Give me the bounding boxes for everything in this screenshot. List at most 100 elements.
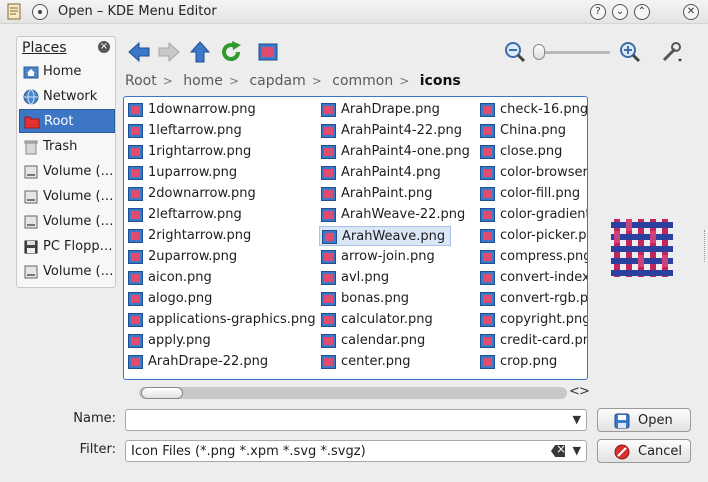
file-item[interactable]: applications-graphics.png [126, 310, 316, 330]
breadcrumb-capdam[interactable]: capdam [249, 73, 305, 89]
horizontal-scrollbar[interactable]: < > [123, 384, 590, 400]
name-combobox[interactable]: ▼ [125, 409, 587, 431]
place-volume-1[interactable]: Volume (… [19, 160, 115, 184]
file-item[interactable]: ArahPaint4-22.png [319, 121, 474, 141]
file-item[interactable]: China.png [478, 121, 587, 141]
file-item[interactable]: ArahPaint4-one.png [319, 142, 474, 162]
file-preview-image [609, 215, 675, 281]
file-item[interactable]: avl.png [319, 268, 474, 288]
breadcrumb-separator[interactable]: > [312, 74, 322, 88]
place-home[interactable]: Home [19, 60, 115, 84]
minimize-button[interactable]: ⌄ [612, 4, 628, 20]
close-button[interactable]: ✕ [683, 4, 699, 20]
forward-arrow-icon[interactable] [157, 40, 181, 64]
help-button[interactable]: ? [590, 4, 606, 20]
file-item[interactable]: color-gradient [478, 205, 588, 225]
file-item[interactable]: color-browser. [478, 163, 587, 183]
file-item[interactable]: 1downarrow.png [126, 100, 316, 120]
zoom-slider[interactable] [534, 51, 610, 54]
file-item[interactable]: 1leftarrow.png [126, 121, 316, 141]
file-item[interactable]: 2leftarrow.png [126, 205, 316, 225]
place-label: Network [43, 89, 98, 104]
file-item[interactable]: color-picker.pr [478, 226, 587, 246]
file-item[interactable]: ArahPaint.png [319, 184, 474, 204]
breadcrumb-common[interactable]: common [332, 73, 393, 89]
file-item[interactable]: ArahDrape-22.png [126, 352, 316, 372]
file-name: color-gradient [500, 207, 588, 222]
places-close-icon[interactable]: × [98, 41, 110, 53]
file-item[interactable]: apply.png [126, 331, 316, 351]
on-all-desktops-icon[interactable] [32, 4, 48, 20]
chevron-down-icon[interactable]: ▼ [573, 444, 581, 457]
place-volume-4[interactable]: Volume (… [19, 260, 115, 284]
place-root[interactable]: Root [19, 109, 115, 133]
file-item[interactable]: alogo.png [126, 289, 316, 309]
window-title: Open – KDE Menu Editor [58, 4, 217, 19]
maximize-button[interactable]: ⌃ [634, 4, 650, 20]
scrollbar-thumb[interactable] [141, 387, 183, 399]
file-item[interactable]: 2uparrow.png [126, 247, 316, 267]
scroll-right-icon[interactable]: > [579, 384, 590, 399]
place-volume-2[interactable]: Volume (… [19, 185, 115, 209]
cancel-button[interactable]: Cancel [597, 439, 691, 463]
file-item[interactable]: calculator.png [319, 310, 474, 330]
file-item[interactable]: center.png [319, 352, 474, 372]
image-file-icon [321, 103, 336, 117]
back-arrow-icon[interactable] [127, 40, 151, 64]
place-volume-3[interactable]: Volume (… [19, 210, 115, 234]
place-floppy[interactable]: PC Flopp… [19, 235, 115, 259]
app-menu-icon[interactable] [6, 3, 23, 20]
splitter-handle[interactable] [704, 230, 706, 262]
file-item[interactable]: arrow-join.png [319, 247, 474, 267]
file-name: ArahPaint4.png [341, 165, 441, 180]
file-item[interactable]: check-16.png [478, 100, 587, 120]
place-trash[interactable]: Trash [19, 135, 115, 159]
file-name: avl.png [341, 270, 390, 285]
breadcrumb-separator[interactable]: > [399, 74, 409, 88]
image-file-icon [128, 334, 143, 348]
file-item[interactable]: color-fill.png [478, 184, 587, 204]
title-bar[interactable]: Open – KDE Menu Editor ? ⌄ ⌃ ✕ [0, 0, 708, 24]
file-item[interactable]: 2rightarrow.png [126, 226, 316, 246]
file-item[interactable]: calendar.png [319, 331, 474, 351]
zoom-slider-handle[interactable] [533, 44, 545, 60]
file-item[interactable]: copyright.png [478, 310, 587, 330]
chevron-down-icon[interactable]: ▼ [573, 413, 581, 426]
file-item[interactable]: 2downarrow.png [126, 184, 316, 204]
scrollbar-track[interactable] [139, 387, 567, 399]
options-wrench-icon[interactable] [660, 40, 684, 64]
file-item[interactable]: ArahWeave.png [319, 226, 451, 246]
filter-input[interactable]: Icon Files (*.png *.xpm *.svg *.svgz) [131, 444, 366, 459]
file-name: center.png [341, 354, 411, 369]
breadcrumb-home[interactable]: home [183, 73, 223, 89]
breadcrumb-current[interactable]: icons [420, 73, 461, 89]
file-item[interactable]: compress.png [478, 247, 587, 267]
clear-text-icon[interactable] [551, 445, 565, 457]
file-item[interactable]: close.png [478, 142, 587, 162]
breadcrumb-separator[interactable]: > [229, 74, 239, 88]
breadcrumb-root[interactable]: Root [125, 73, 157, 89]
file-item[interactable]: ArahPaint4.png [319, 163, 474, 183]
up-arrow-icon[interactable] [188, 40, 212, 64]
file-item[interactable]: convert-rgb.pr [478, 289, 587, 309]
file-item[interactable]: crop.png [478, 352, 587, 372]
file-item[interactable]: credit-card.pn [478, 331, 587, 351]
file-item[interactable]: 1uparrow.png [126, 163, 316, 183]
filter-combobox[interactable]: Icon Files (*.png *.xpm *.svg *.svgz) ▼ [125, 440, 587, 462]
zoom-in-icon[interactable] [618, 40, 642, 64]
file-item[interactable]: ArahWeave-22.png [319, 205, 474, 225]
file-item[interactable]: bonas.png [319, 289, 474, 309]
image-file-icon [128, 229, 143, 243]
file-item[interactable]: aicon.png [126, 268, 316, 288]
file-list-view[interactable]: 1downarrow.png 1leftarrow.png 1rightarrow.… [123, 96, 588, 380]
file-item[interactable]: convert-indexe [478, 268, 587, 288]
file-item[interactable]: 1rightarrow.png [126, 142, 316, 162]
preview-toggle-icon[interactable] [256, 40, 280, 64]
open-button[interactable]: Open [597, 408, 691, 432]
breadcrumb-separator[interactable]: > [163, 74, 173, 88]
file-item[interactable]: ArahDrape.png [319, 100, 474, 120]
zoom-out-icon[interactable] [503, 40, 527, 64]
reload-icon[interactable] [219, 40, 243, 64]
place-network[interactable]: Network [19, 85, 115, 109]
file-name: color-fill.png [500, 186, 581, 201]
